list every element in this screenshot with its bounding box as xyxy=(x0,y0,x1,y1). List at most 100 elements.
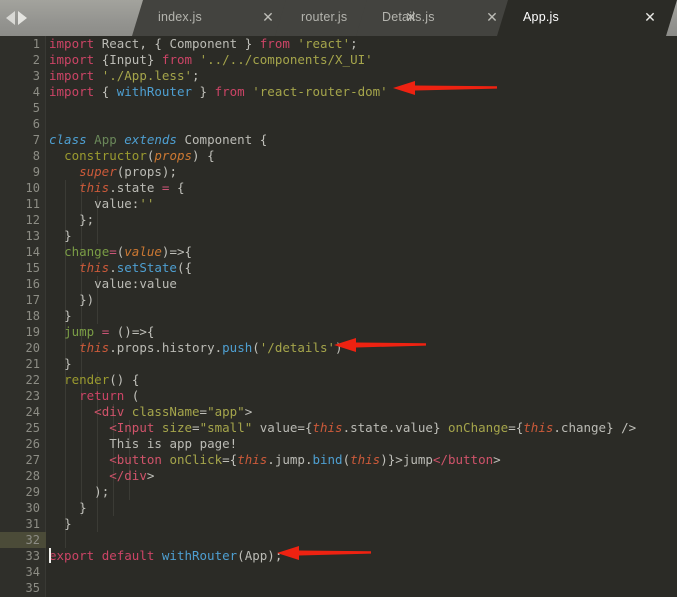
code-line[interactable]: 26 This is app page! xyxy=(0,436,677,452)
code-line[interactable]: 12 }; xyxy=(0,212,677,228)
code-editor[interactable]: 1 import React, { Component } from 'react… xyxy=(0,36,677,597)
tab-index-js[interactable]: index.js ✕ xyxy=(132,0,294,36)
code-text: import { withRouter } from 'react-router… xyxy=(49,84,388,99)
code-line[interactable]: 1 import React, { Component } from 'react… xyxy=(0,36,677,52)
code-line[interactable]: 34 xyxy=(0,564,677,580)
tab-nav-arrows[interactable] xyxy=(6,9,42,27)
tab-close-icon[interactable]: ✕ xyxy=(260,9,276,25)
code-text: <button onClick={this.jump.bind(this)}>j… xyxy=(109,452,501,467)
code-line[interactable]: 35 xyxy=(0,580,677,596)
code-text: change=(value)=>{ xyxy=(64,244,193,259)
code-text: class App extends Component { xyxy=(49,132,268,147)
line-number: 22 xyxy=(25,373,40,387)
line-number: 18 xyxy=(25,309,40,323)
code-text: render() { xyxy=(64,372,140,387)
line-number: 27 xyxy=(25,453,40,467)
code-line[interactable]: 13 } xyxy=(0,228,677,244)
code-text: this.setState({ xyxy=(79,260,193,275)
line-number: 19 xyxy=(25,325,40,339)
code-line[interactable]: 23 return ( xyxy=(0,388,677,404)
line-number: 31 xyxy=(25,517,40,531)
line-number: 33 xyxy=(25,549,40,563)
line-number: 21 xyxy=(25,357,40,371)
code-line[interactable]: 15 this.setState({ xyxy=(0,260,677,276)
line-number: 34 xyxy=(25,565,40,579)
editor-window: index.js ✕ router.js ✕ Details.js ✕ App.… xyxy=(0,0,677,597)
code-text: this.state = { xyxy=(79,180,185,195)
line-number: 8 xyxy=(32,149,40,163)
line-number: 1 xyxy=(32,37,40,51)
line-number: 12 xyxy=(25,213,40,227)
tab-app-js[interactable]: App.js ✕ xyxy=(497,0,677,36)
tab-details-js[interactable]: Details.js ✕ xyxy=(356,0,518,36)
code-text: } xyxy=(64,516,72,531)
line-number: 5 xyxy=(32,101,40,115)
text-cursor xyxy=(49,548,51,563)
code-line[interactable]: 4 import { withRouter } from 'react-route… xyxy=(0,84,677,100)
code-line[interactable]: 21 } xyxy=(0,356,677,372)
line-number: 7 xyxy=(32,133,40,147)
line-number: 16 xyxy=(25,277,40,291)
code-line[interactable]: 27 <button onClick={this.jump.bind(this)… xyxy=(0,452,677,468)
code-text: export default withRouter(App); xyxy=(49,548,283,563)
code-text: jump = ()=>{ xyxy=(64,324,155,339)
code-line[interactable]: 33 export default withRouter(App); xyxy=(0,548,677,564)
tab-label: router.js xyxy=(301,10,348,24)
line-number: 23 xyxy=(25,389,40,403)
code-line[interactable]: 25 <Input size="small" value={this.state… xyxy=(0,420,677,436)
code-text: import './App.less'; xyxy=(49,68,200,83)
code-line[interactable]: 14 change=(value)=>{ xyxy=(0,244,677,260)
code-line[interactable]: 5 xyxy=(0,100,677,116)
code-text: value:value xyxy=(94,276,177,291)
code-line[interactable]: 16 value:value xyxy=(0,276,677,292)
line-number: 35 xyxy=(25,581,40,595)
code-line[interactable]: 17 }) xyxy=(0,292,677,308)
line-number: 17 xyxy=(25,293,40,307)
tab-bar: index.js ✕ router.js ✕ Details.js ✕ App.… xyxy=(0,0,677,36)
code-text: <Input size="small" value={this.state.va… xyxy=(109,420,637,435)
line-number: 24 xyxy=(25,405,40,419)
code-line[interactable]: 11 value:'' xyxy=(0,196,677,212)
code-line[interactable]: 3 import './App.less'; xyxy=(0,68,677,84)
line-number: 10 xyxy=(25,181,40,195)
line-number: 14 xyxy=(25,245,40,259)
line-number: 29 xyxy=(25,485,40,499)
tab-close-icon[interactable]: ✕ xyxy=(642,9,658,25)
code-line[interactable]: 19 jump = ()=>{ xyxy=(0,324,677,340)
line-number: 26 xyxy=(25,437,40,451)
code-line[interactable]: 18 } xyxy=(0,308,677,324)
code-text: <div className="app"> xyxy=(94,404,253,419)
code-line[interactable]: 22 render() { xyxy=(0,372,677,388)
code-text: return ( xyxy=(79,388,140,403)
tab-close-icon[interactable]: ✕ xyxy=(484,9,500,25)
code-line[interactable]: 7 class App extends Component { xyxy=(0,132,677,148)
line-number: 15 xyxy=(25,261,40,275)
line-number: 20 xyxy=(25,341,40,355)
code-text: ); xyxy=(94,484,110,499)
line-number: 25 xyxy=(25,421,40,435)
code-line[interactable]: 31 } xyxy=(0,516,677,532)
code-line[interactable]: 29 ); xyxy=(0,484,677,500)
forward-arrow-icon[interactable] xyxy=(18,11,27,25)
code-line[interactable]: 30 } xyxy=(0,500,677,516)
code-text: } xyxy=(64,356,72,371)
line-number: 32 xyxy=(25,533,40,547)
code-text: this.props.history.push('/details') xyxy=(79,340,343,355)
code-line[interactable]: 10 this.state = { xyxy=(0,180,677,196)
line-number: 4 xyxy=(32,85,40,99)
code-line[interactable]: 28 </div> xyxy=(0,468,677,484)
code-line[interactable]: 2 import {Input} from '../../components/X… xyxy=(0,52,677,68)
line-number: 3 xyxy=(32,69,40,83)
code-line[interactable]: 6 xyxy=(0,116,677,132)
code-line[interactable]: 20 this.props.history.push('/details') xyxy=(0,340,677,356)
code-line[interactable]: 8 constructor(props) { xyxy=(0,148,677,164)
code-line[interactable]: 9 super(props); xyxy=(0,164,677,180)
back-arrow-icon[interactable] xyxy=(6,11,15,25)
code-text: } xyxy=(64,228,72,243)
line-number: 11 xyxy=(25,197,40,211)
code-text: super(props); xyxy=(79,164,177,179)
code-line[interactable]: 24 <div className="app"> xyxy=(0,404,677,420)
code-text: </div> xyxy=(109,468,155,483)
code-line[interactable]: 32 xyxy=(0,532,677,548)
tab-label: Details.js xyxy=(382,10,435,24)
